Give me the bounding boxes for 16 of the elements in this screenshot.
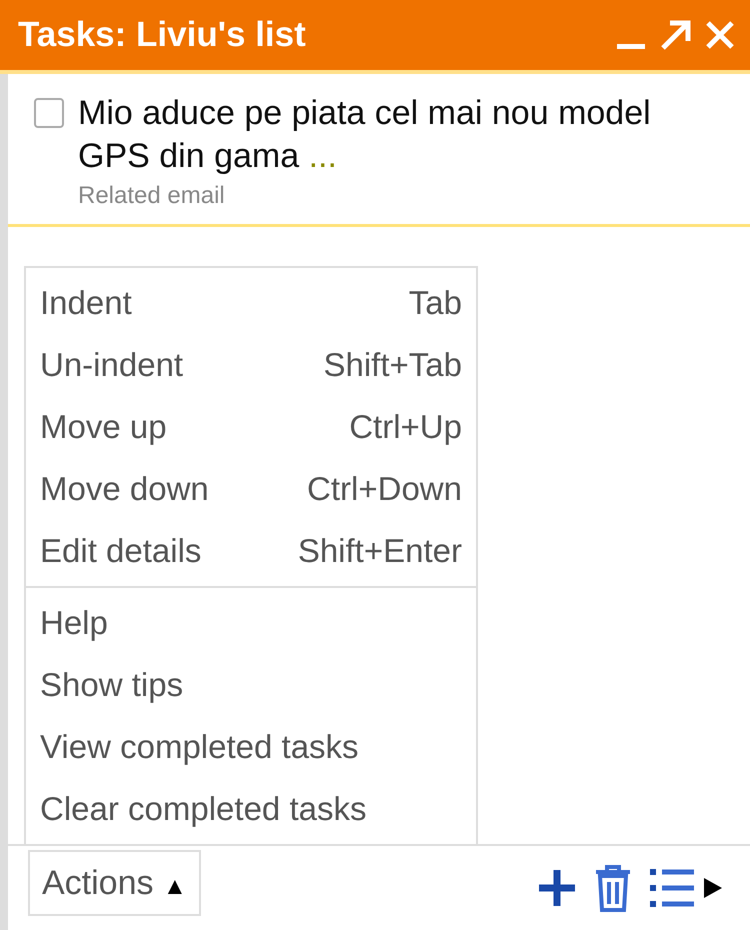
menu-item[interactable]: Un-indent Shift+Tab xyxy=(26,334,476,396)
menu-item[interactable]: Edit details Shift+Enter xyxy=(26,520,476,582)
related-email-link[interactable]: Related email xyxy=(78,182,730,210)
menu-item[interactable]: Move up Ctrl+Up xyxy=(26,396,476,458)
close-icon[interactable] xyxy=(704,19,736,51)
actions-button[interactable]: Actions ▲ xyxy=(28,850,201,916)
task-checkbox[interactable] xyxy=(34,98,64,128)
menu-item[interactable]: Indent Tab xyxy=(26,272,476,334)
add-icon[interactable] xyxy=(536,867,578,909)
window-title: Tasks: Liviu's list xyxy=(18,15,306,55)
menu-item[interactable]: View completed tasks xyxy=(26,716,476,778)
task-title[interactable]: Mio aduce pe piata cel mai nou model GPS din gama ... xyxy=(78,92,730,178)
menu-item[interactable]: Show tips xyxy=(26,654,476,716)
menu-item[interactable]: Help xyxy=(26,592,476,654)
menu-item[interactable]: Move down Ctrl+Down xyxy=(26,458,476,520)
menu-item[interactable]: Clear completed tasks xyxy=(26,778,476,840)
